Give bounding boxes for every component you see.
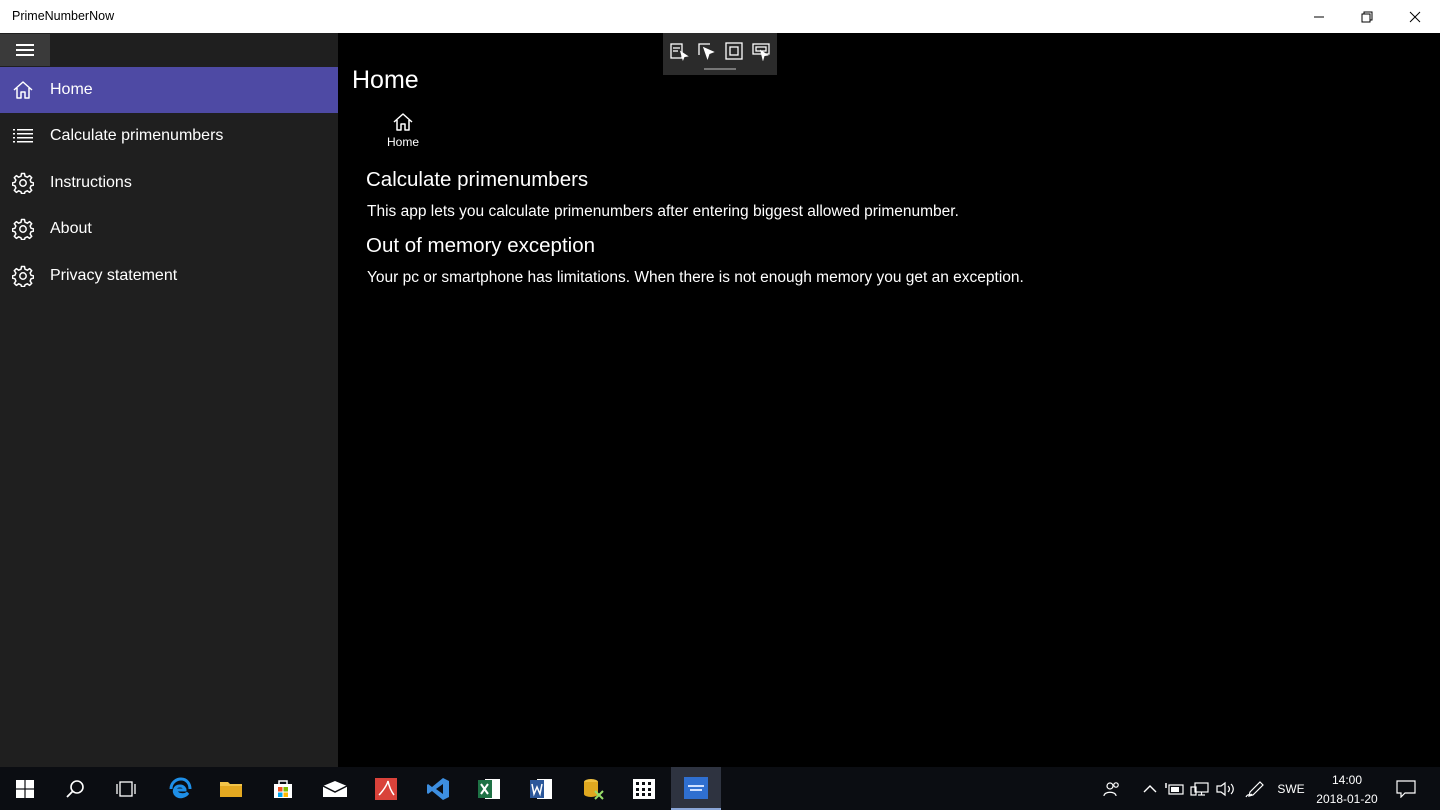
visual-studio-icon	[427, 777, 449, 800]
page-title: Home	[352, 66, 419, 94]
database-tool-button[interactable]	[568, 767, 618, 810]
store-icon	[274, 779, 292, 798]
home-app-bar-button[interactable]: Home	[376, 108, 430, 158]
section-heading-calculate: Calculate primenumbers	[366, 168, 589, 191]
mail-icon	[322, 780, 348, 797]
people-button[interactable]	[1099, 767, 1125, 810]
task-view-button[interactable]	[101, 767, 151, 810]
store-button[interactable]	[258, 767, 308, 810]
edge-icon	[169, 776, 192, 798]
hamburger-menu-button[interactable]	[0, 34, 50, 66]
battery-tray-button[interactable]	[1164, 767, 1186, 810]
speaker-icon	[1216, 781, 1234, 796]
people-icon	[1103, 781, 1119, 796]
track-focus-icon[interactable]	[751, 41, 771, 61]
title-bar: PrimeNumberNow	[0, 0, 1440, 33]
restore-button[interactable]	[1344, 0, 1390, 33]
show-hidden-icons-button[interactable]	[1140, 767, 1160, 810]
home-icon	[13, 81, 33, 99]
input-language-button[interactable]: SWE	[1274, 767, 1308, 810]
display-layout-adorners-icon[interactable]	[724, 41, 744, 61]
primenumbernow-taskbar-button[interactable]	[671, 767, 721, 810]
network-tray-button[interactable]	[1189, 767, 1211, 810]
minimize-button[interactable]	[1296, 0, 1342, 33]
list-icon	[13, 129, 33, 143]
nav-item-label: About	[50, 220, 92, 237]
task-view-icon	[116, 780, 136, 797]
select-element-icon[interactable]	[696, 41, 716, 61]
action-center-button[interactable]	[1392, 767, 1420, 810]
battery-icon	[1165, 782, 1184, 795]
folder-icon	[220, 781, 242, 797]
word-button[interactable]	[516, 767, 566, 810]
notification-icon	[1396, 779, 1416, 798]
pdf-app-button[interactable]	[361, 767, 411, 810]
gear-icon	[12, 218, 34, 240]
section-text-out-of-memory: Your pc or smartphone has limitations. W…	[367, 269, 1024, 286]
nav-item-instructions[interactable]: Instructions	[0, 160, 338, 206]
excel-button[interactable]	[464, 767, 514, 810]
nav-item-privacy-statement[interactable]: Privacy statement	[0, 253, 338, 299]
nav-item-about[interactable]: About	[0, 206, 338, 252]
restore-icon	[1361, 11, 1373, 22]
toolbar-grip[interactable]	[704, 68, 736, 70]
search-icon	[66, 779, 84, 798]
file-explorer-button[interactable]	[206, 767, 256, 810]
database-icon	[584, 778, 604, 800]
navigation-pane: Home Calculate primenumbers Instructions…	[0, 33, 338, 767]
nav-item-label: Home	[50, 81, 93, 98]
gear-icon	[12, 265, 34, 287]
debug-toolbar	[663, 33, 777, 75]
word-icon	[530, 778, 552, 799]
nav-item-label: Calculate primenumbers	[50, 127, 224, 144]
edge-browser-button[interactable]	[155, 767, 205, 810]
visual-studio-button[interactable]	[413, 767, 463, 810]
pen-ink-workspace-button[interactable]	[1244, 767, 1266, 810]
calculator-app-button[interactable]	[619, 767, 669, 810]
windows-logo-icon	[16, 779, 34, 798]
primenumbernow-app-icon	[684, 776, 708, 799]
home-icon	[393, 113, 413, 131]
clock-date: 2018-01-20	[1316, 792, 1378, 806]
taskbar: SWE 14:00 2018-01-20	[0, 767, 1440, 810]
nav-item-home[interactable]: Home	[0, 67, 338, 113]
clock[interactable]: 14:00 2018-01-20	[1312, 771, 1382, 809]
hamburger-icon	[16, 44, 34, 56]
clock-time: 14:00	[1331, 773, 1363, 787]
home-button-label: Home	[386, 135, 419, 149]
live-tree-icon[interactable]	[669, 41, 689, 61]
nav-item-label: Privacy statement	[50, 267, 178, 284]
excel-icon	[478, 778, 500, 799]
close-button[interactable]	[1392, 0, 1438, 33]
nav-item-calculate-primenumbers[interactable]: Calculate primenumbers	[0, 113, 338, 159]
volume-tray-button[interactable]	[1214, 767, 1236, 810]
chevron-up-icon	[1143, 784, 1157, 792]
pdf-icon	[375, 777, 397, 800]
section-heading-out-of-memory: Out of memory exception	[366, 234, 596, 257]
nav-item-label: Instructions	[50, 174, 132, 191]
gear-icon	[12, 172, 34, 194]
calculator-icon	[633, 778, 655, 799]
section-text-calculate: This app lets you calculate primenumbers…	[367, 203, 959, 220]
start-button[interactable]	[0, 767, 50, 810]
window-title: PrimeNumberNow	[12, 9, 115, 23]
search-button[interactable]	[50, 767, 100, 810]
network-icon	[1190, 781, 1209, 796]
pen-icon	[1245, 780, 1264, 797]
language-indicator: SWE	[1277, 781, 1305, 796]
mail-button[interactable]	[310, 767, 360, 810]
close-icon	[1409, 11, 1421, 22]
minimize-icon	[1314, 16, 1324, 17]
